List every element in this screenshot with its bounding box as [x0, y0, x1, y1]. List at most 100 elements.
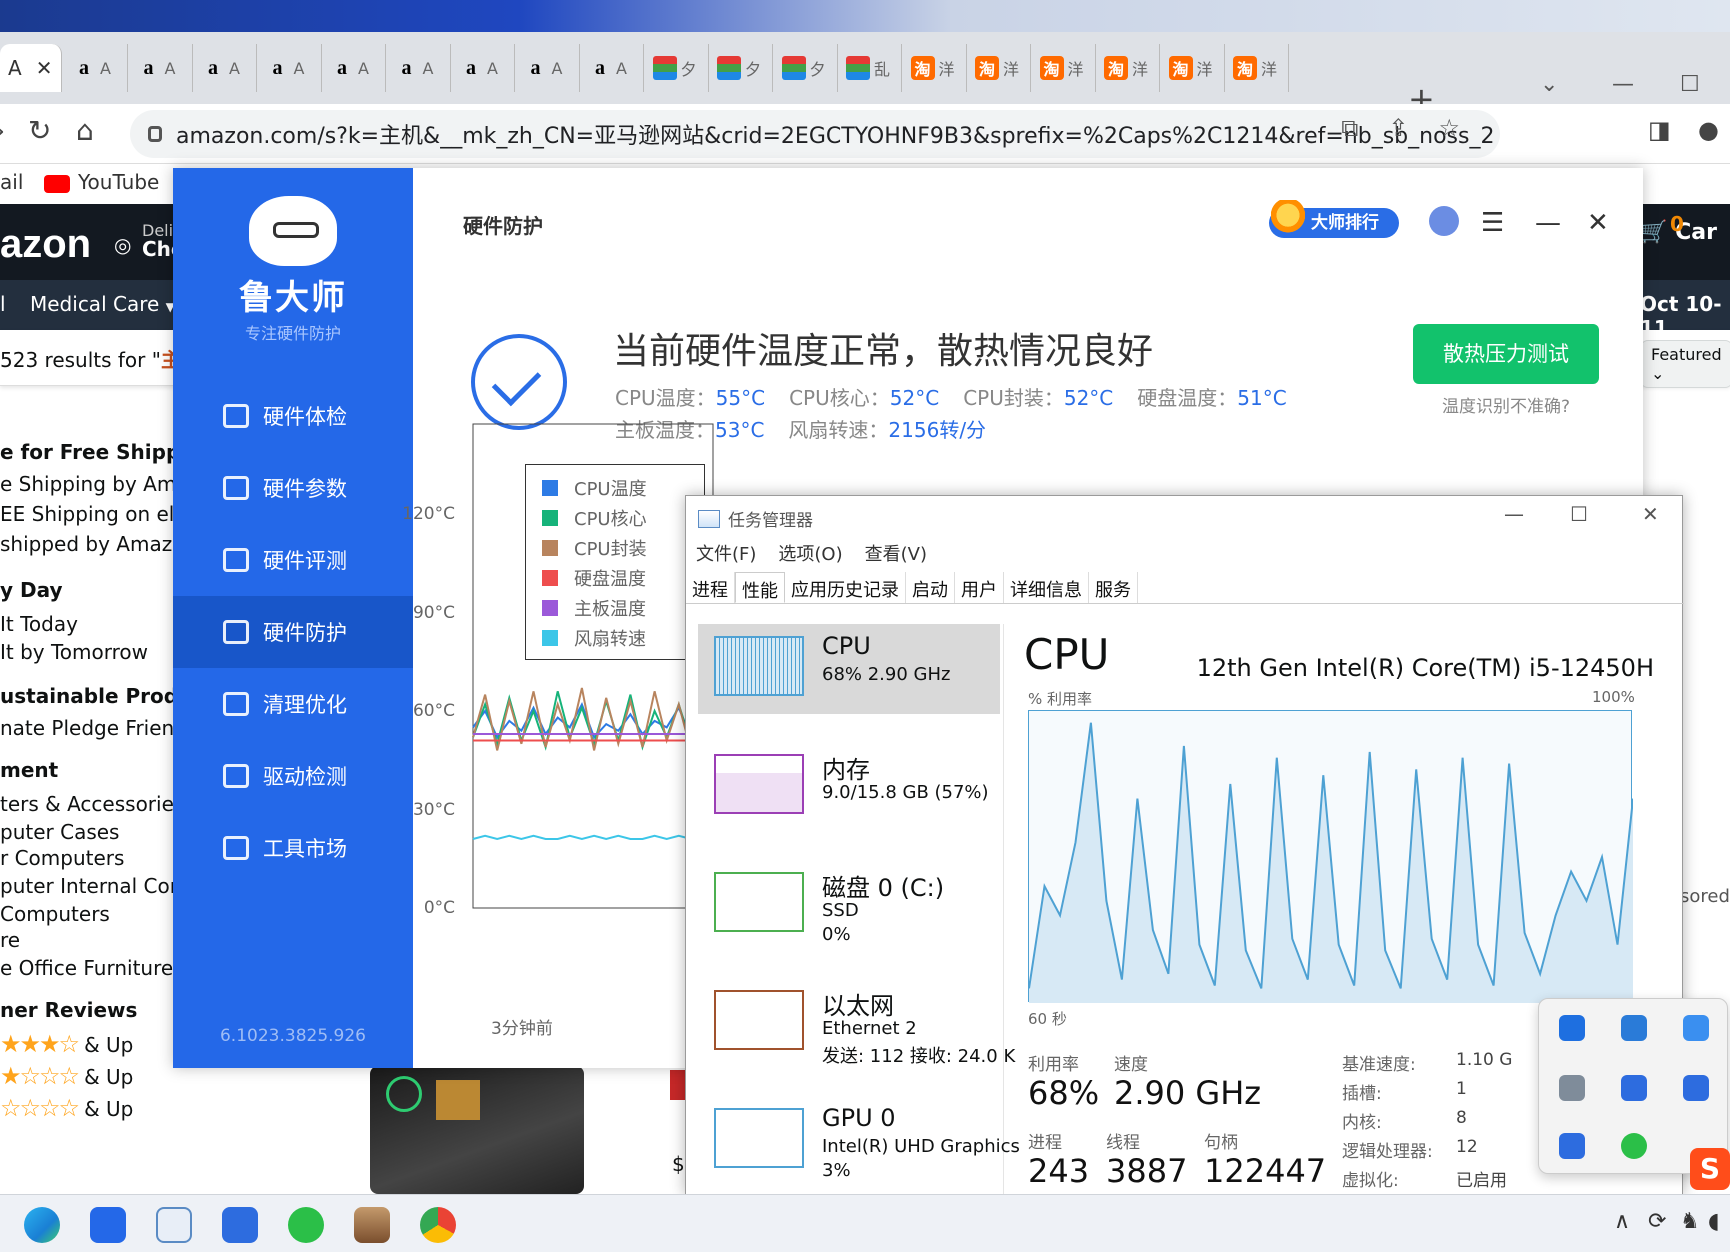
filter-link[interactable]: e Shipping by Amaz	[0, 472, 199, 496]
browser-tab[interactable]: aA	[129, 44, 193, 92]
omnibox[interactable]: amazon.com/s?k=主机&__mk_zh_CN=亚马逊网站&crid=…	[130, 110, 1500, 158]
perf-item-4[interactable]: 以太网 Ethernet 2 发送: 112 接收: 24.0 K	[698, 978, 1015, 1068]
browser-tab[interactable]: 淘洋	[1161, 44, 1225, 92]
home-icon[interactable]: ⌂	[76, 114, 94, 147]
wechat-taskbar-icon[interactable]	[288, 1207, 324, 1243]
wechat-tray-icon[interactable]	[1621, 1133, 1647, 1159]
browser-tab[interactable]: 夕	[774, 44, 838, 92]
browser-tab[interactable]: 乱	[838, 44, 902, 92]
filter-link[interactable]: puter Cases	[0, 820, 119, 844]
sogou-ime-icon[interactable]: S	[1690, 1148, 1730, 1190]
maximize-icon[interactable]: ☐	[1680, 72, 1700, 97]
maximize-icon[interactable]: ☐	[1570, 502, 1588, 526]
browser-tab[interactable]: 淘洋	[903, 44, 967, 92]
tab-6[interactable]: 详细信息	[1004, 572, 1089, 603]
security-shield-icon[interactable]	[1621, 1015, 1647, 1041]
task-manager-taskbar-icon[interactable]	[156, 1207, 192, 1243]
star-icon[interactable]: ☆	[1438, 114, 1460, 142]
browser-tab[interactable]: 夕	[645, 44, 709, 92]
menu-item[interactable]: 查看(V)	[865, 540, 927, 566]
minimize-icon[interactable]: —	[1504, 502, 1524, 526]
tab-2[interactable]: 性能	[735, 572, 785, 603]
browser-tab[interactable]: 淘洋	[1225, 44, 1289, 92]
lock-icon[interactable]	[148, 126, 162, 142]
review-filter[interactable]: ★★★☆ & Up	[0, 1030, 133, 1058]
guard-tray-icon-3[interactable]	[1559, 1133, 1585, 1159]
filter-link[interactable]: Computers	[0, 902, 110, 926]
review-filter[interactable]: ★☆☆☆ & Up	[0, 1062, 133, 1090]
file-explorer-icon[interactable]	[354, 1207, 390, 1243]
chrome-icon[interactable]	[420, 1207, 456, 1243]
close-icon[interactable]: ✕	[36, 56, 53, 80]
tab-1[interactable]: 进程	[686, 572, 735, 603]
minimize-icon[interactable]: —	[1612, 72, 1634, 97]
browser-tab[interactable]: aA	[322, 44, 386, 92]
qq-icon[interactable]: ♞	[1680, 1209, 1700, 1234]
edge-icon[interactable]	[24, 1207, 60, 1243]
bookmark-mail[interactable]: ail	[0, 170, 23, 194]
menu-item[interactable]: 文件(F)	[696, 540, 756, 566]
filter-link[interactable]: It by Tomorrow	[0, 640, 148, 664]
sort-dropdown[interactable]: Featured ⌄	[1640, 340, 1730, 388]
browser-tab[interactable]: aA	[516, 44, 580, 92]
perf-item-1[interactable]: CPU 68% 2.90 GHz	[698, 624, 1000, 714]
side-panel-icon[interactable]: ◨	[1648, 116, 1671, 144]
close-icon[interactable]: ✕	[1642, 502, 1659, 526]
cart-button[interactable]: 🛒 0 Car	[1640, 212, 1717, 245]
security-taskbar-icon[interactable]	[222, 1207, 258, 1243]
filter-link[interactable]: nate Pledge Friend	[0, 716, 187, 740]
ludashi-taskbar-icon[interactable]	[90, 1207, 126, 1243]
ludashi-tray-icon[interactable]	[1683, 1015, 1709, 1041]
browser-tab[interactable]: aA	[258, 44, 322, 92]
forward-arrow-icon[interactable]: ›	[0, 114, 5, 147]
browser-tab[interactable]: 淘洋	[967, 44, 1031, 92]
browser-tab-active[interactable]: A ✕	[0, 44, 62, 92]
nav-item-medical-care[interactable]: Medical Care ▼	[30, 292, 175, 316]
tray-chevron-icon[interactable]: ∧	[1614, 1209, 1630, 1234]
tab-4[interactable]: 启动	[906, 572, 955, 603]
bluetooth-icon[interactable]	[1559, 1015, 1585, 1041]
share-icon[interactable]: ⇪	[1388, 114, 1408, 142]
filter-link[interactable]: re	[0, 928, 20, 952]
browser-tab[interactable]: aA	[451, 44, 515, 92]
profile-icon[interactable]: ●	[1698, 116, 1719, 144]
reload-icon[interactable]: ↻	[28, 114, 51, 147]
nav-item-left[interactable]: l	[0, 292, 6, 316]
browser-tab[interactable]: aA	[580, 44, 644, 92]
browser-tab[interactable]: aA	[387, 44, 451, 92]
filter-link[interactable]: puter Internal Com	[0, 874, 189, 898]
network-icon[interactable]: ⟳	[1648, 1209, 1666, 1234]
star-rating-icon: ☆☆☆☆	[0, 1094, 80, 1122]
filter-link[interactable]: shipped by Amazon	[0, 532, 197, 556]
filter-link[interactable]: r Computers	[0, 846, 124, 870]
menu-item[interactable]: 选项(O)	[778, 540, 842, 566]
review-filter[interactable]: ☆☆☆☆ & Up	[0, 1094, 133, 1122]
browser-tab[interactable]: 淘洋	[1096, 44, 1160, 92]
volume-icon[interactable]: ◖	[1708, 1209, 1720, 1234]
perf-item-2[interactable]: 内存 9.0/15.8 GB (57%)	[698, 742, 1000, 832]
tab-7[interactable]: 服务	[1089, 572, 1138, 603]
tab-title: 洋	[1196, 60, 1213, 79]
url-text[interactable]: amazon.com/s?k=主机&__mk_zh_CN=亚马逊网站&crid=…	[176, 118, 1494, 150]
price-prefix: $	[672, 1152, 685, 1176]
product-image[interactable]	[370, 1066, 584, 1194]
tab-5[interactable]: 用户	[955, 572, 1004, 603]
filter-link[interactable]: EE Shipping on elig	[0, 502, 193, 526]
perf-item-5[interactable]: GPU 0 Intel(R) UHD Graphics 3%	[698, 1096, 1020, 1186]
translate-icon[interactable]: ⧉	[1341, 114, 1358, 142]
browser-tab[interactable]: aA	[64, 44, 128, 92]
tab-3[interactable]: 应用历史记录	[785, 572, 906, 603]
browser-tab[interactable]: aA	[193, 44, 257, 92]
filter-link[interactable]: ters & Accessories	[0, 792, 184, 816]
browser-tab[interactable]: 夕	[709, 44, 773, 92]
chevron-down-icon[interactable]: ⌄	[1540, 72, 1558, 97]
browser-tab[interactable]: 淘洋	[1032, 44, 1096, 92]
filter-link[interactable]: e Office Furniture	[0, 956, 173, 980]
amazon-logo[interactable]: azon	[0, 222, 91, 267]
guard-tray-icon[interactable]	[1621, 1075, 1647, 1101]
app-tray-icon[interactable]	[1559, 1075, 1585, 1101]
bookmark-youtube[interactable]: YouTube	[44, 170, 159, 194]
perf-item-3[interactable]: 磁盘 0 (C:) SSD 0%	[698, 860, 1000, 950]
filter-link[interactable]: It Today	[0, 612, 78, 636]
guard-tray-icon-2[interactable]	[1683, 1075, 1709, 1101]
